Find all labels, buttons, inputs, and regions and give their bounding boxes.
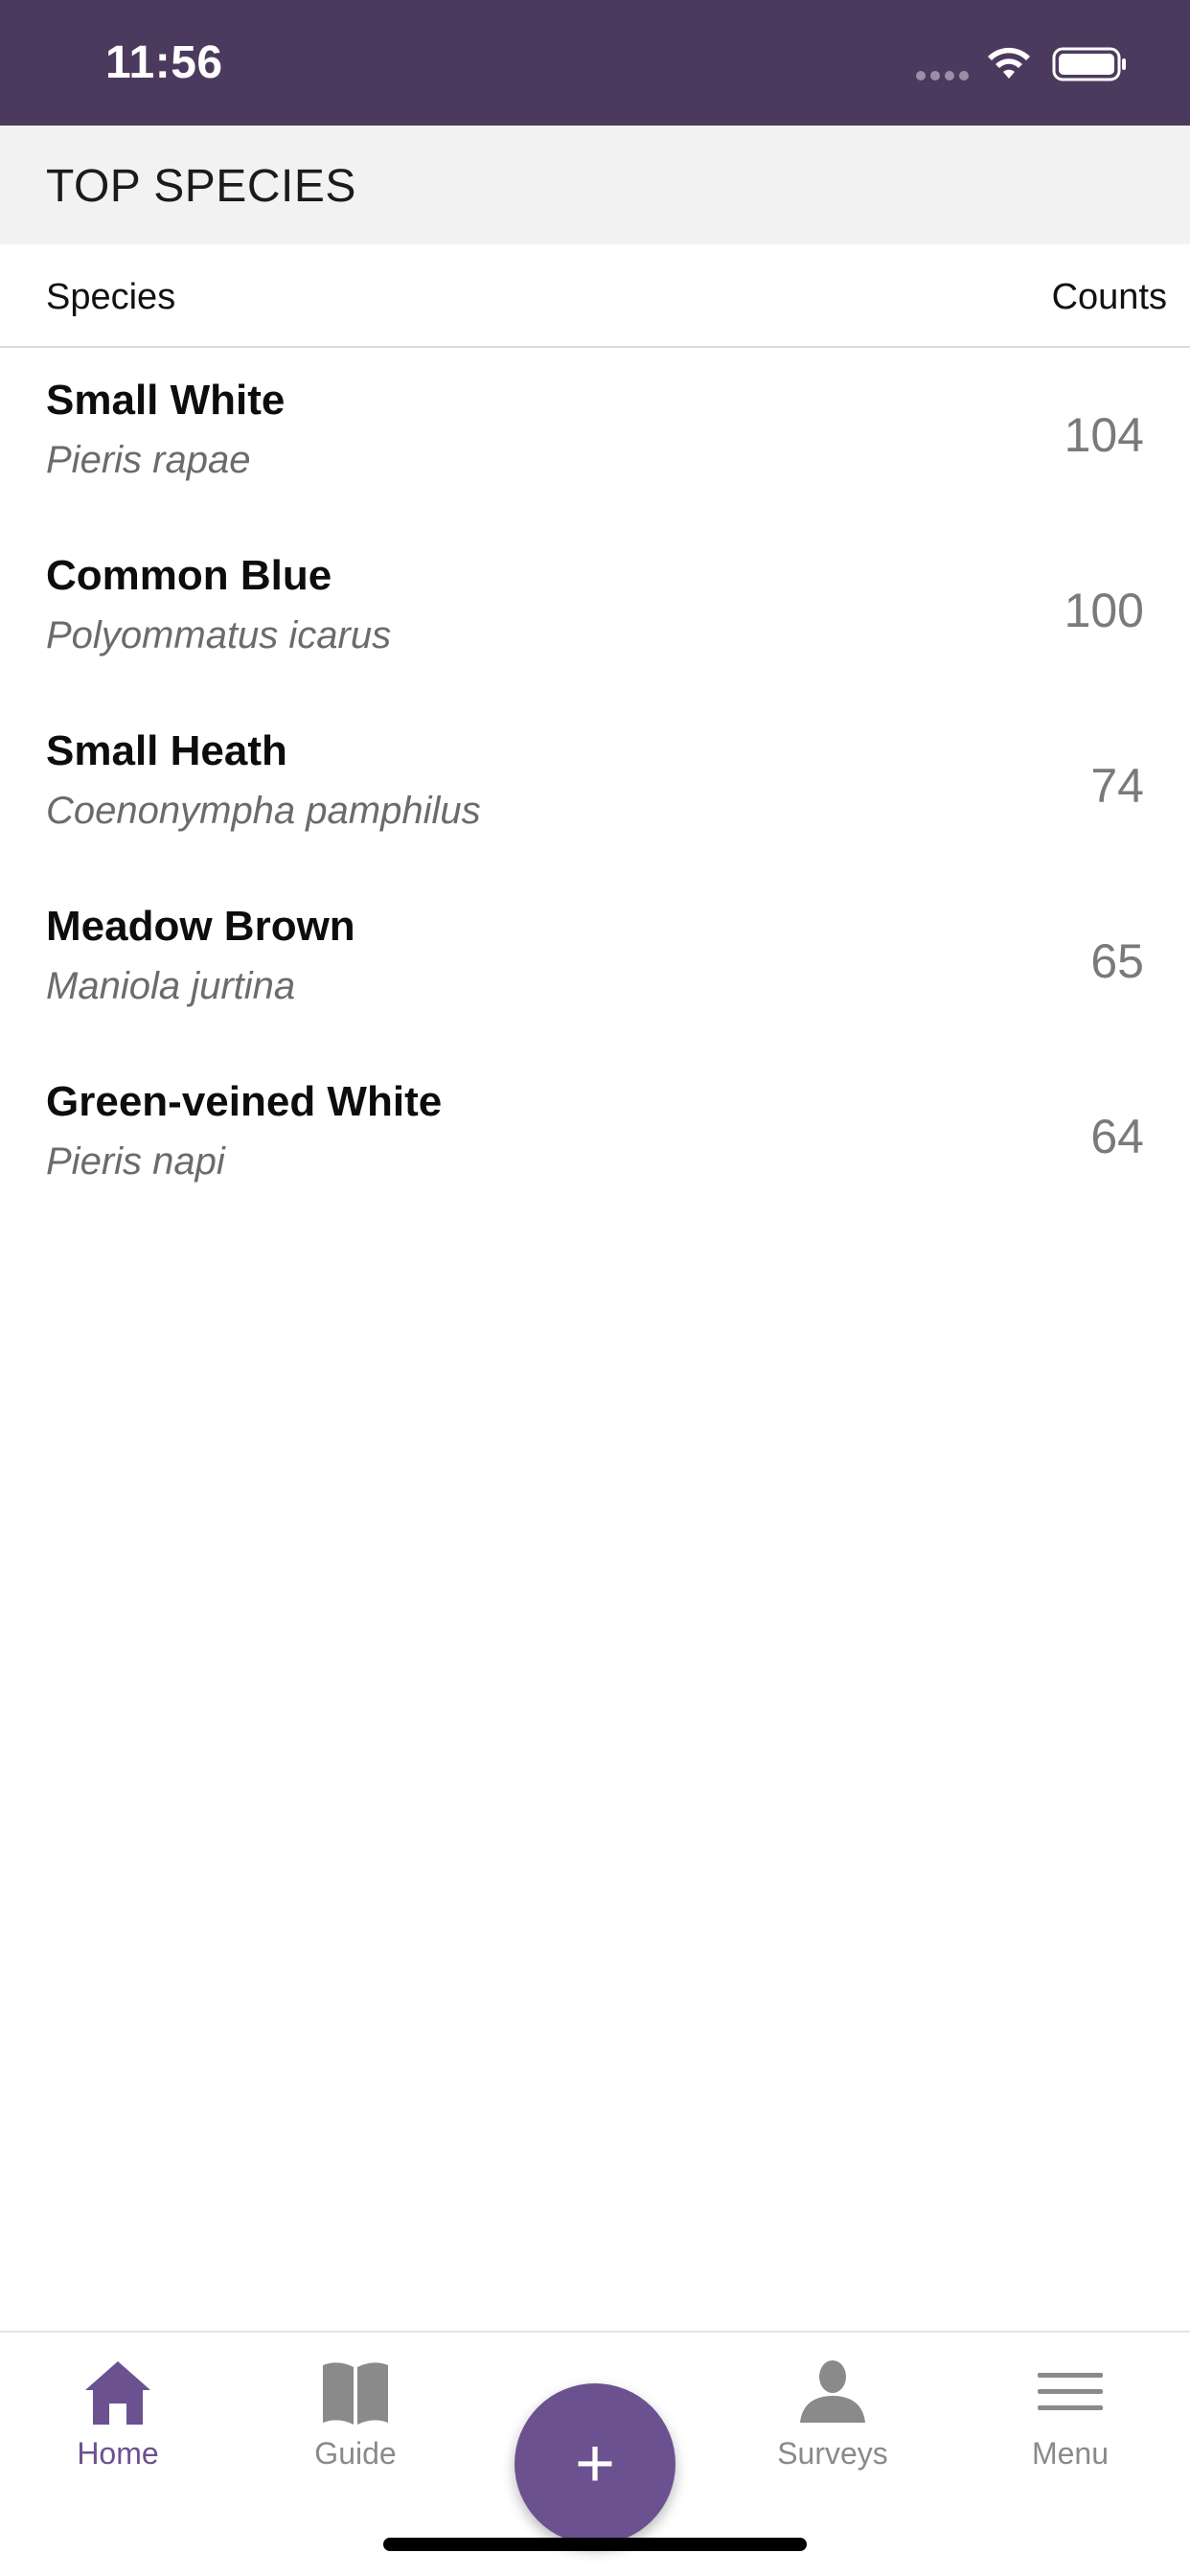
table-row[interactable]: Small White Pieris rapae 104: [0, 348, 1190, 523]
column-header-counts: Counts: [1051, 277, 1167, 317]
tab-home[interactable]: Home: [22, 2333, 214, 2496]
tab-label: Home: [77, 2436, 159, 2471]
tab-menu[interactable]: Menu: [974, 2333, 1166, 2496]
page-title: TOP SPECIES: [46, 161, 356, 212]
species-latin-name: Pieris rapae: [46, 439, 251, 481]
species-count: 64: [1090, 1110, 1144, 1163]
add-record-button[interactable]: +: [515, 2383, 675, 2544]
plus-icon: +: [574, 2426, 616, 2502]
species-latin-name: Polyommatus icarus: [46, 614, 392, 656]
book-icon: [323, 2362, 388, 2425]
species-count: 74: [1090, 759, 1144, 813]
app-screen: 11:56 TOP SPECIES Species Counts Small W…: [0, 0, 1190, 2576]
species-common-name: Small White: [46, 377, 286, 424]
tab-guide[interactable]: Guide: [260, 2333, 451, 2496]
section-header: TOP SPECIES: [0, 126, 1190, 244]
hamburger-menu-icon: [1038, 2373, 1103, 2410]
species-count: 65: [1090, 934, 1144, 988]
person-icon: [800, 2360, 865, 2423]
species-common-name: Small Heath: [46, 727, 287, 774]
home-indicator[interactable]: [383, 2538, 807, 2551]
table-header: Species Counts: [0, 244, 1190, 348]
tab-label: Menu: [1031, 2436, 1110, 2471]
species-count: 100: [1064, 584, 1144, 637]
wifi-icon: [988, 47, 1030, 79]
species-common-name: Green-veined White: [46, 1078, 443, 1125]
table-row[interactable]: Small Heath Coenonympha pamphilus 74: [0, 699, 1190, 874]
column-header-species: Species: [46, 277, 176, 317]
table-row[interactable]: Common Blue Polyommatus icarus 100: [0, 523, 1190, 699]
cellular-signal-icon: [916, 71, 970, 80]
species-latin-name: Maniola jurtina: [46, 965, 296, 1007]
species-list: Small White Pieris rapae 104 Common Blue…: [0, 348, 1190, 1225]
species-count: 104: [1064, 408, 1144, 462]
tab-label: Surveys: [777, 2436, 888, 2471]
table-row[interactable]: Meadow Brown Maniola jurtina 65: [0, 874, 1190, 1049]
table-row[interactable]: Green-veined White Pieris napi 64: [0, 1049, 1190, 1225]
battery-icon: [1052, 47, 1126, 81]
tab-label: Guide: [314, 2436, 397, 2471]
species-latin-name: Coenonympha pamphilus: [46, 790, 481, 832]
home-icon: [85, 2361, 150, 2425]
species-common-name: Common Blue: [46, 552, 332, 599]
status-bar: 11:56: [0, 0, 1190, 126]
species-latin-name: Pieris napi: [46, 1140, 225, 1183]
status-time: 11:56: [105, 37, 223, 88]
tab-surveys[interactable]: Surveys: [737, 2333, 928, 2496]
species-common-name: Meadow Brown: [46, 903, 355, 950]
